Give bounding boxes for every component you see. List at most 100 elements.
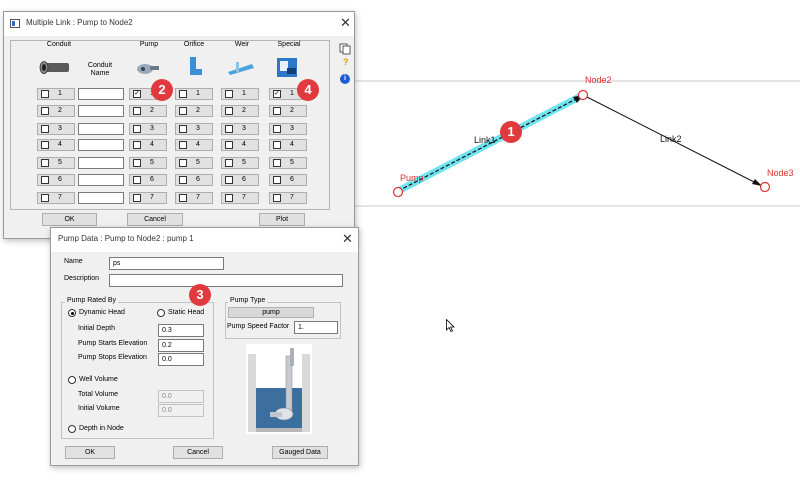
conduit-check-4[interactable]: 4 [37, 139, 75, 151]
checkbox[interactable] [273, 107, 281, 115]
pump-check-6[interactable]: 6 [129, 174, 167, 186]
checkbox[interactable] [41, 141, 49, 149]
pump-type-button[interactable]: pump [228, 307, 314, 318]
pump-check-3[interactable]: 3 [129, 123, 167, 135]
info-icon[interactable]: i [340, 74, 350, 84]
special-check-2[interactable]: 2 [269, 105, 307, 117]
checkbox[interactable] [225, 141, 233, 149]
orifice-check-5[interactable]: 5 [175, 157, 213, 169]
conduit-check-1[interactable]: 1 [37, 88, 75, 100]
node-node3[interactable] [759, 181, 771, 193]
checkbox[interactable] [273, 141, 281, 149]
special-check-5[interactable]: 5 [269, 157, 307, 169]
checkbox[interactable] [179, 176, 187, 184]
conduit-check-2[interactable]: 2 [37, 105, 75, 117]
node-pump[interactable] [392, 186, 404, 198]
checkbox[interactable] [225, 107, 233, 115]
plot-button[interactable]: Plot [259, 213, 305, 226]
checkbox[interactable] [273, 194, 281, 202]
pump-data-ok-button[interactable]: OK [65, 446, 115, 459]
weir-check-6[interactable]: 6 [221, 174, 259, 186]
conduit-name-field-5[interactable] [78, 157, 124, 169]
pump-data-cancel-button[interactable]: Cancel [173, 446, 223, 459]
checkbox[interactable] [179, 159, 187, 167]
orifice-check-3[interactable]: 3 [175, 123, 213, 135]
checkbox[interactable] [179, 141, 187, 149]
total-volume-input[interactable]: 0.0 [158, 390, 204, 403]
orifice-check-6[interactable]: 6 [175, 174, 213, 186]
checkbox[interactable] [273, 159, 281, 167]
gauged-data-button[interactable]: Gauged Data [272, 446, 328, 459]
well-volume-radio[interactable] [68, 376, 76, 384]
weir-check-5[interactable]: 5 [221, 157, 259, 169]
conduit-check-5[interactable]: 5 [37, 157, 75, 169]
checkbox[interactable] [273, 176, 281, 184]
checkbox[interactable] [41, 107, 49, 115]
checkbox[interactable] [133, 159, 141, 167]
checkbox[interactable] [179, 107, 187, 115]
checkbox[interactable] [41, 125, 49, 133]
checkbox[interactable] [179, 194, 187, 202]
weir-check-7[interactable]: 7 [221, 192, 259, 204]
checkbox[interactable] [41, 176, 49, 184]
conduit-check-3[interactable]: 3 [37, 123, 75, 135]
weir-check-3[interactable]: 3 [221, 123, 259, 135]
conduit-check-6[interactable]: 6 [37, 174, 75, 186]
checkbox[interactable] [179, 90, 187, 98]
stops-elevation-input[interactable]: 0.0 [158, 353, 204, 366]
speed-factor-input[interactable]: 1. [294, 321, 338, 334]
special-check-6[interactable]: 6 [269, 174, 307, 186]
dynamic-head-radio[interactable] [68, 309, 76, 317]
checkbox[interactable] [133, 194, 141, 202]
initial-depth-input[interactable]: 0.3 [158, 324, 204, 337]
multiple-link-ok-button[interactable]: OK [42, 213, 97, 226]
checkbox[interactable] [225, 194, 233, 202]
conduit-name-field-7[interactable] [78, 192, 124, 204]
starts-elevation-input[interactable]: 0.2 [158, 339, 204, 352]
pump-data-close-icon[interactable]: ✕ [342, 231, 353, 247]
checkbox[interactable] [225, 90, 233, 98]
checkbox[interactable] [133, 125, 141, 133]
checkbox[interactable] [225, 176, 233, 184]
initial-volume-input[interactable]: 0.0 [158, 404, 204, 417]
copy-icon[interactable] [339, 43, 351, 55]
checkbox[interactable] [273, 125, 281, 133]
node-node2[interactable] [577, 89, 589, 101]
pump-check-5[interactable]: 5 [129, 157, 167, 169]
help-icon[interactable]: ? [343, 57, 349, 67]
conduit-name-field-1[interactable] [78, 88, 124, 100]
checkbox-checked[interactable]: ✓ [273, 90, 281, 98]
special-check-3[interactable]: 3 [269, 123, 307, 135]
checkbox[interactable] [133, 176, 141, 184]
checkbox[interactable] [225, 159, 233, 167]
checkbox[interactable] [41, 159, 49, 167]
static-head-radio[interactable] [157, 309, 165, 317]
checkbox[interactable] [41, 194, 49, 202]
orifice-check-7[interactable]: 7 [175, 192, 213, 204]
weir-check-2[interactable]: 2 [221, 105, 259, 117]
conduit-check-7[interactable]: 7 [37, 192, 75, 204]
conduit-name-field-4[interactable] [78, 139, 124, 151]
pump-check-4[interactable]: 4 [129, 139, 167, 151]
pump-check-7[interactable]: 7 [129, 192, 167, 204]
multiple-link-cancel-button[interactable]: Cancel [127, 213, 183, 226]
name-input[interactable]: ps [109, 257, 224, 270]
conduit-name-field-2[interactable] [78, 105, 124, 117]
conduit-name-field-3[interactable] [78, 123, 124, 135]
weir-check-1[interactable]: 1 [221, 88, 259, 100]
depth-in-node-radio[interactable] [68, 425, 76, 433]
special-check-4[interactable]: 4 [269, 139, 307, 151]
checkbox[interactable] [133, 141, 141, 149]
pump-check-2[interactable]: 2 [129, 105, 167, 117]
checkbox[interactable] [225, 125, 233, 133]
weir-check-4[interactable]: 4 [221, 139, 259, 151]
orifice-check-1[interactable]: 1 [175, 88, 213, 100]
multiple-link-close-icon[interactable]: ✕ [340, 15, 351, 31]
orifice-check-4[interactable]: 4 [175, 139, 213, 151]
conduit-name-field-6[interactable] [78, 174, 124, 186]
orifice-check-2[interactable]: 2 [175, 105, 213, 117]
checkbox-checked[interactable]: ✓ [133, 90, 141, 98]
checkbox[interactable] [179, 125, 187, 133]
special-check-7[interactable]: 7 [269, 192, 307, 204]
description-input[interactable] [109, 274, 343, 287]
